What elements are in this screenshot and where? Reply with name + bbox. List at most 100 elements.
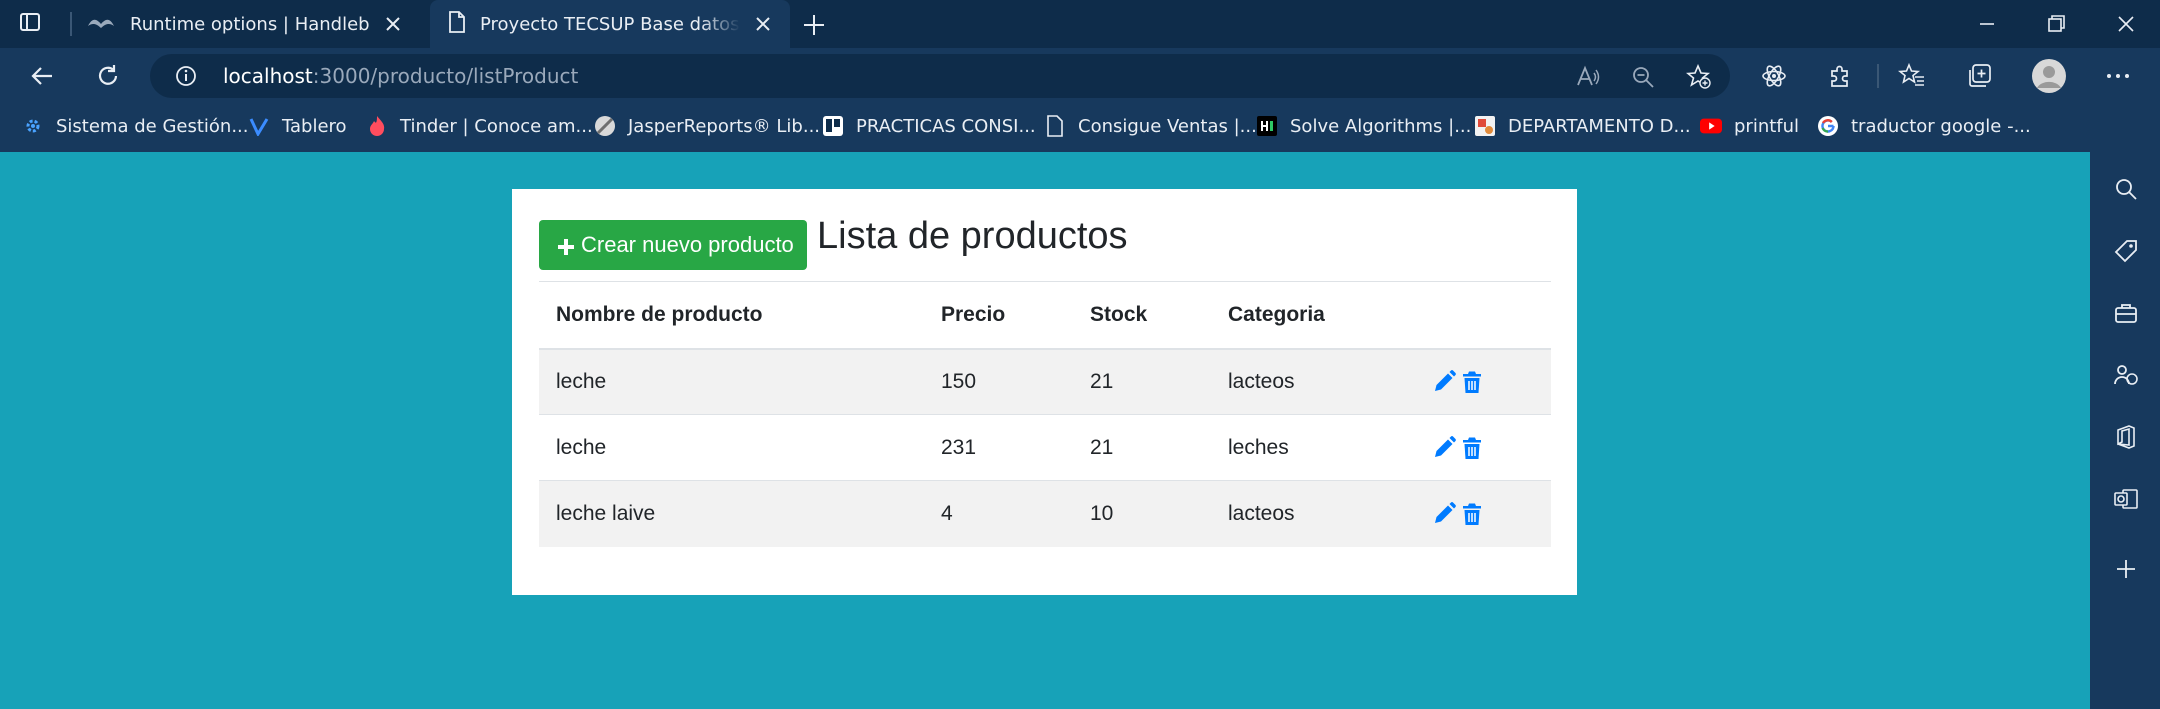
- collections-icon[interactable]: [1964, 60, 1996, 92]
- site-icon: [1474, 115, 1496, 137]
- tab-title: Runtime options | Handlebars: [130, 13, 370, 35]
- title-bar: Runtime options | Handlebars Proyecto TE…: [0, 0, 2160, 48]
- bookmark-label: PRACTICAS CONSI...: [856, 115, 1036, 137]
- cell-price: 231: [941, 435, 977, 459]
- table-header-row: Nombre de producto Precio Stock Categori…: [539, 281, 1551, 349]
- cell-actions: [1414, 349, 1551, 415]
- cell-price: 150: [941, 369, 977, 393]
- edit-pencil-icon[interactable]: [1431, 369, 1457, 395]
- hackerrank-icon: [1256, 115, 1278, 137]
- cell-category: leches: [1228, 435, 1289, 459]
- url-path: :3000/producto/listProduct: [312, 64, 579, 88]
- close-icon[interactable]: [754, 15, 772, 33]
- cell-actions: [1414, 481, 1551, 547]
- bookmark-printful[interactable]: printful: [1700, 104, 1799, 148]
- edit-pencil-icon[interactable]: [1431, 435, 1457, 461]
- edit-pencil-icon[interactable]: [1431, 501, 1457, 527]
- back-icon[interactable]: [26, 60, 58, 92]
- restore-icon[interactable]: [2044, 12, 2068, 36]
- bookmark-label: printful: [1734, 115, 1800, 137]
- bookmark-consigue-ventas[interactable]: Consigue Ventas |...: [1044, 104, 1257, 148]
- youtube-icon: [1700, 115, 1722, 137]
- favorites-icon[interactable]: [1896, 60, 1928, 92]
- bookmark-label: Tablero: [282, 115, 347, 137]
- trello-icon: [822, 115, 844, 137]
- url-text[interactable]: localhost:3000/producto/listProduct: [223, 64, 578, 88]
- bookmark-sistema-gestion[interactable]: Sistema de Gestión...: [22, 104, 249, 148]
- column-header-price: Precio: [941, 302, 1006, 326]
- address-bar[interactable]: localhost:3000/producto/listProduct: [150, 54, 1730, 98]
- table-row: leche 231 21 leches: [539, 414, 1551, 481]
- bookmark-jasperreports[interactable]: JasperReports® Lib...: [594, 104, 820, 148]
- create-product-label: Crear nuevo producto: [581, 232, 794, 257]
- plus-icon: [557, 236, 575, 255]
- zoom-out-icon[interactable]: [1630, 64, 1656, 90]
- gear-icon: [22, 115, 44, 137]
- bookmarks-bar: Sistema de Gestión... Tablero Tinder | C…: [0, 104, 2160, 152]
- cell-stock: 10: [1090, 501, 1114, 525]
- table-row: leche 150 21 lacteos: [539, 348, 1551, 415]
- product-list-card: Crear nuevo producto Lista de productos …: [512, 189, 1577, 595]
- profile-avatar-icon[interactable]: [2031, 58, 2067, 94]
- v-logo-icon: [248, 115, 270, 137]
- extensions-icon[interactable]: [1824, 60, 1856, 92]
- delete-trash-icon[interactable]: [1459, 435, 1485, 461]
- games-icon[interactable]: [2113, 362, 2139, 388]
- read-aloud-icon[interactable]: [1575, 64, 1601, 90]
- bookmark-label: DEPARTAMENTO D...: [1508, 115, 1691, 137]
- handlebars-icon: [86, 14, 116, 34]
- bookmark-practicas[interactable]: PRACTICAS CONSI...: [822, 104, 1036, 148]
- browser-toolbar: localhost:3000/producto/listProduct: [0, 48, 2160, 104]
- tab-title: Proyecto TECSUP Base datos avanzado: [480, 13, 740, 35]
- bookmark-tablero[interactable]: Tablero: [248, 104, 347, 148]
- react-devtools-icon[interactable]: [1758, 60, 1790, 92]
- bookmark-label: Sistema de Gestión...: [56, 115, 249, 137]
- tab-handlebars[interactable]: Runtime options | Handlebars: [80, 0, 420, 48]
- tab-actions-icon[interactable]: [18, 10, 54, 38]
- more-menu-icon[interactable]: [2102, 60, 2134, 92]
- site-info-icon[interactable]: [174, 64, 198, 92]
- create-product-button[interactable]: Crear nuevo producto: [539, 220, 807, 270]
- table-row: leche laive 4 10 lacteos: [539, 480, 1551, 547]
- tools-briefcase-icon[interactable]: [2113, 300, 2139, 326]
- refresh-icon[interactable]: [92, 60, 124, 92]
- tab-divider: [70, 12, 72, 36]
- new-tab-icon[interactable]: [800, 11, 828, 39]
- minimize-icon[interactable]: [1975, 12, 1999, 36]
- bookmark-tinder[interactable]: Tinder | Conoce am...: [366, 104, 593, 148]
- outlook-icon[interactable]: [2113, 486, 2139, 512]
- column-header-stock: Stock: [1090, 302, 1148, 326]
- cell-category: lacteos: [1228, 501, 1295, 525]
- cell-category: lacteos: [1228, 369, 1295, 393]
- shopping-tag-icon[interactable]: [2113, 238, 2139, 264]
- bookmark-label: Consigue Ventas |...: [1078, 115, 1257, 137]
- column-header-name: Nombre de producto: [556, 302, 763, 326]
- bookmark-departamento[interactable]: DEPARTAMENTO D...: [1474, 104, 1691, 148]
- bookmark-label: Tinder | Conoce am...: [400, 115, 593, 137]
- cell-price: 4: [941, 501, 953, 525]
- search-icon[interactable]: [2113, 176, 2139, 202]
- cell-stock: 21: [1090, 369, 1114, 393]
- office-icon[interactable]: [2113, 424, 2139, 450]
- page-icon: [1044, 115, 1066, 137]
- bookmark-traductor-google[interactable]: traductor google -...: [1817, 104, 2031, 148]
- cell-name: leche laive: [556, 501, 656, 525]
- delete-trash-icon[interactable]: [1459, 501, 1485, 527]
- toolbar-divider: [1877, 64, 1879, 88]
- jasper-icon: [594, 115, 616, 137]
- close-icon[interactable]: [384, 15, 402, 33]
- page-title: Lista de productos: [817, 215, 1128, 257]
- google-icon: [1817, 115, 1839, 137]
- url-host: localhost: [223, 64, 313, 88]
- flame-icon: [366, 115, 388, 137]
- close-window-icon[interactable]: [2114, 12, 2138, 36]
- add-favorite-icon[interactable]: [1685, 63, 1712, 90]
- edge-sidebar: [2090, 152, 2160, 709]
- bookmark-hackerrank[interactable]: Solve Algorithms |...: [1256, 104, 1471, 148]
- bookmark-label: traductor google -...: [1851, 115, 2031, 137]
- add-icon[interactable]: [2113, 556, 2139, 582]
- delete-trash-icon[interactable]: [1459, 369, 1485, 395]
- cell-actions: [1414, 415, 1551, 481]
- tab-proyecto-tecsup[interactable]: Proyecto TECSUP Base datos avanzado: [430, 0, 790, 48]
- cell-name: leche: [556, 369, 607, 393]
